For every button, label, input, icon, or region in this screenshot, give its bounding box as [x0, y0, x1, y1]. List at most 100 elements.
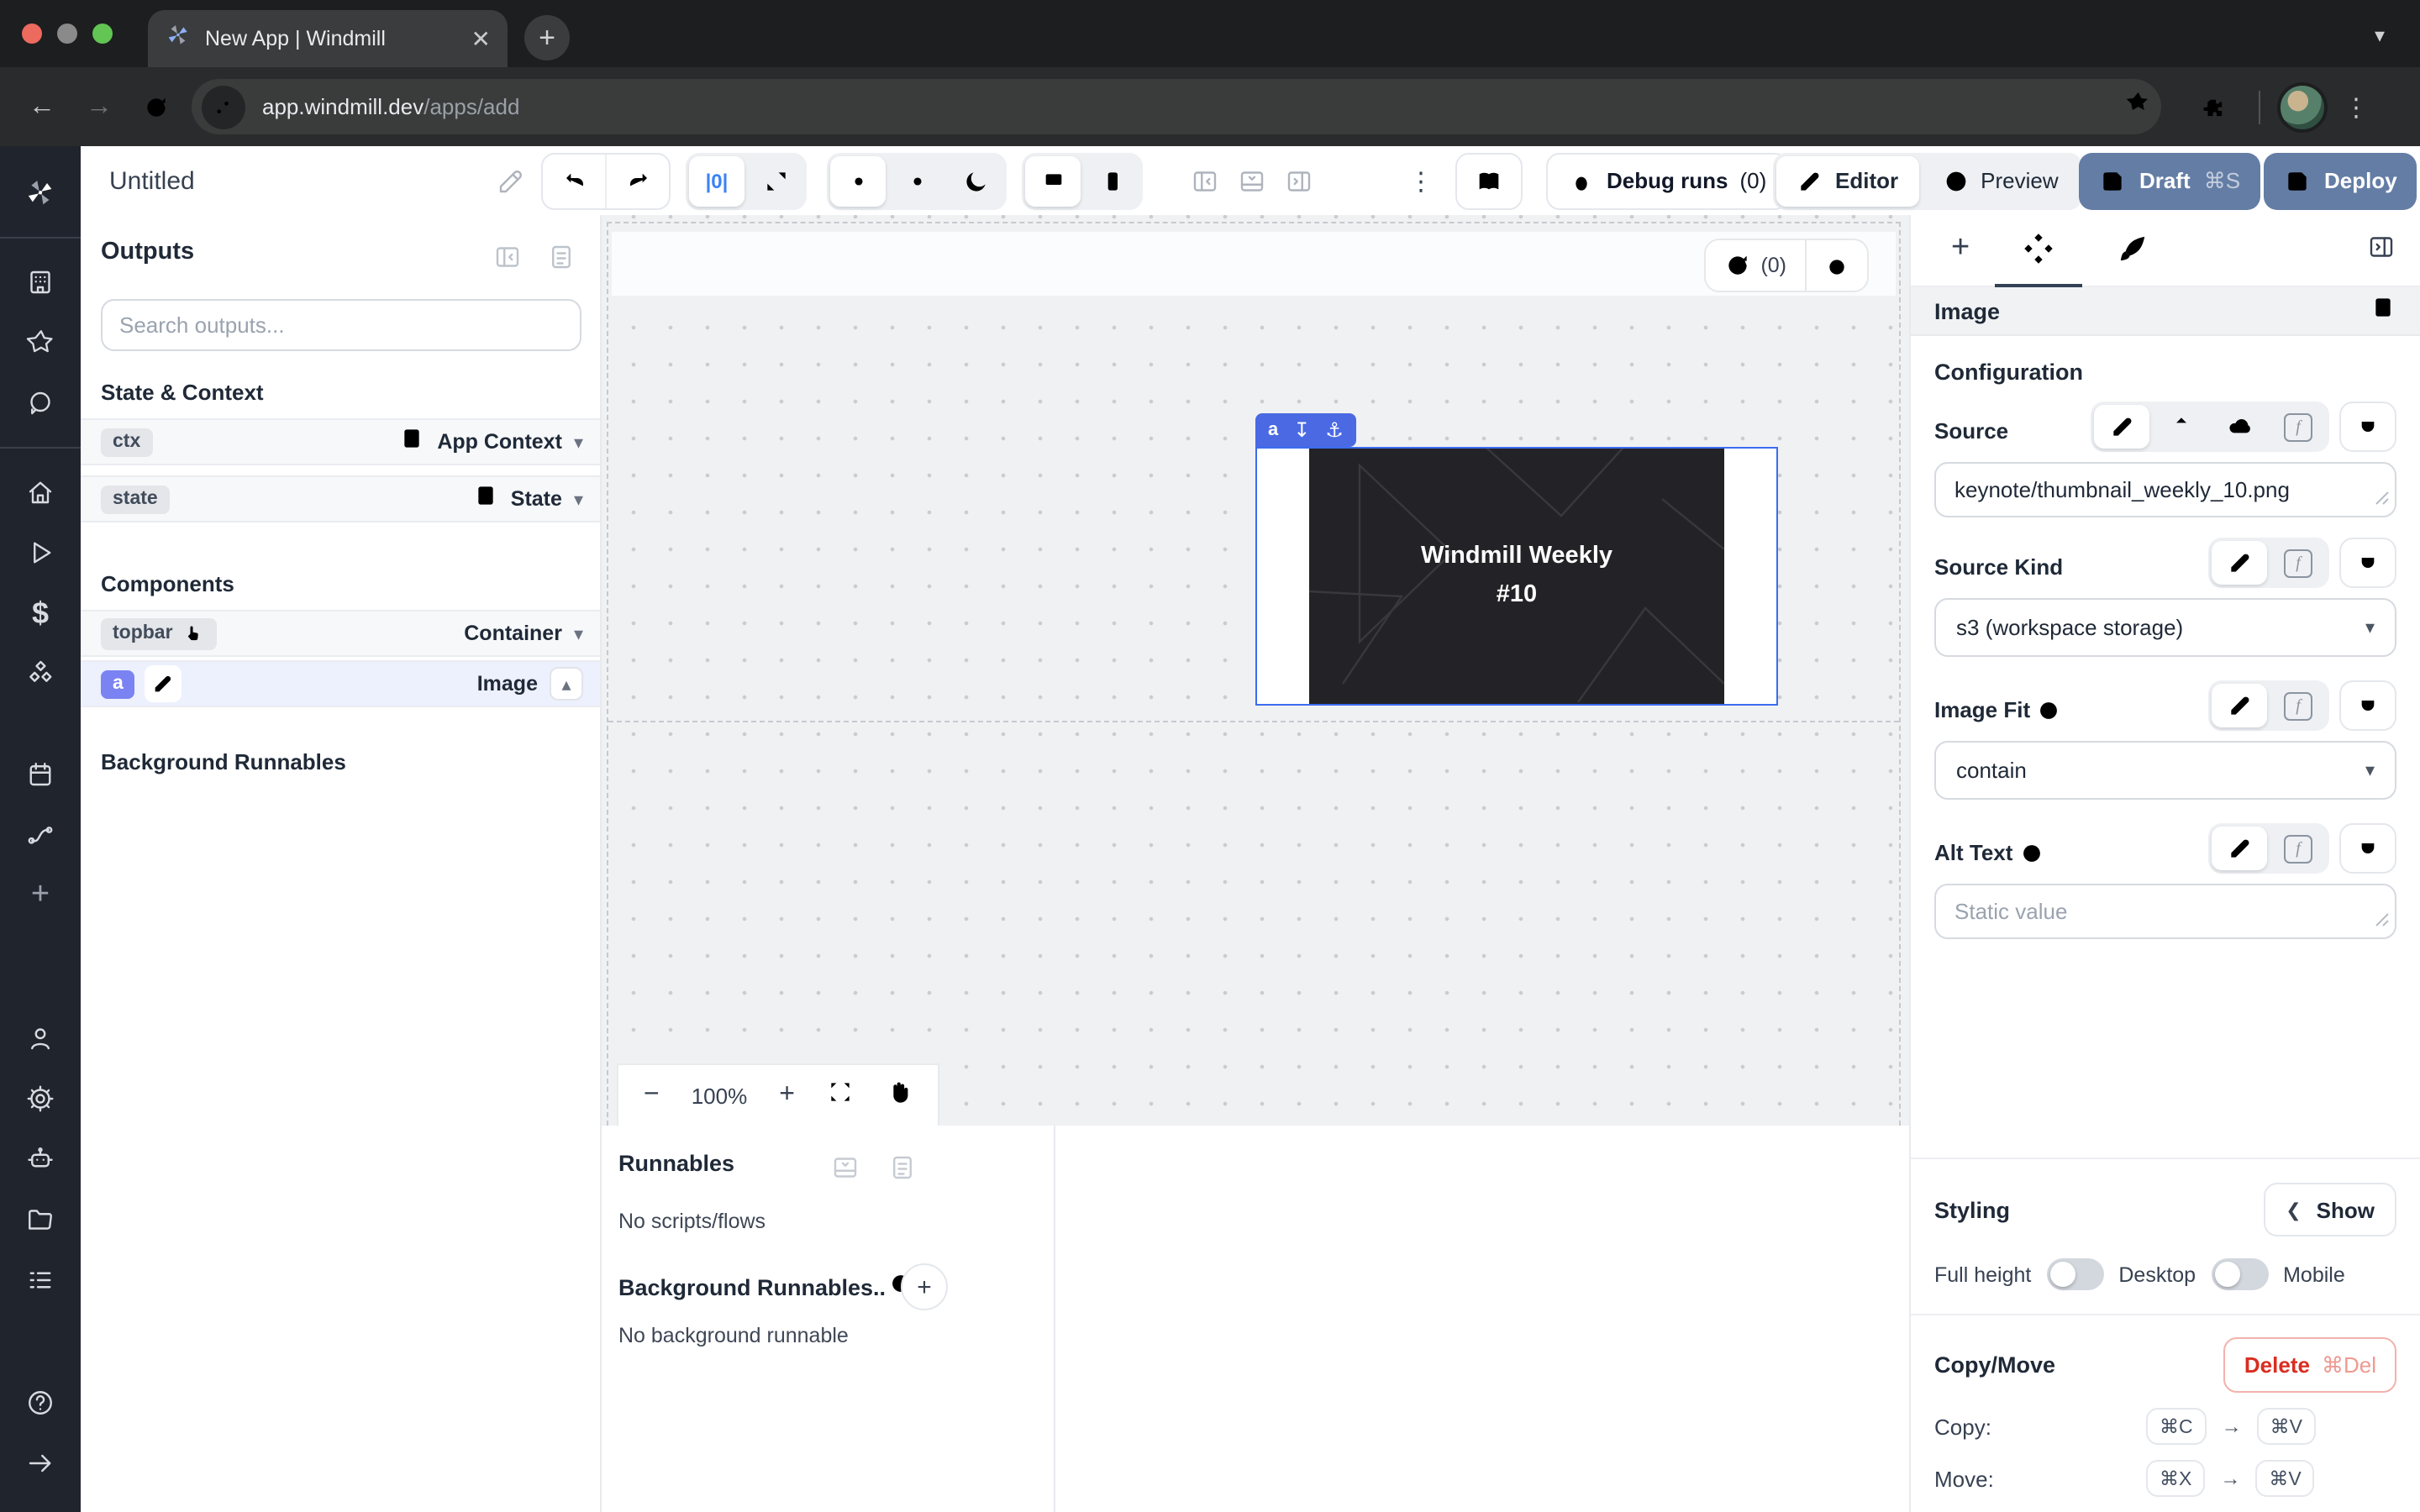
tab-search-chevron-icon[interactable]: ▾	[2360, 17, 2400, 54]
output-row-ctx[interactable]: ctx App Context ▾	[81, 418, 600, 465]
search-icon[interactable]	[0, 373, 81, 433]
forward-icon[interactable]: →	[71, 92, 128, 122]
window-minimize-button[interactable]	[57, 24, 77, 44]
alt-text-fn-icon[interactable]: f	[2270, 827, 2326, 870]
image-fit-select[interactable]: contain ▾	[1934, 741, 2396, 800]
windmill-logo[interactable]	[0, 163, 81, 223]
address-bar[interactable]: app.windmill.dev /apps/add	[192, 79, 2161, 134]
draft-button[interactable]: Draft ⌘S	[2079, 152, 2260, 209]
source-kind-plug-icon[interactable]	[2339, 538, 2396, 588]
source-s3-upload-cloud-icon[interactable]	[2212, 405, 2267, 449]
logs-list-icon[interactable]	[0, 1250, 81, 1310]
browser-tab[interactable]: New App | Windmill ✕	[148, 10, 508, 67]
collapse-runnables-panel-icon[interactable]	[830, 1152, 860, 1183]
preview-tab[interactable]: Preview	[1922, 155, 2079, 206]
state-chevron-down-icon[interactable]: ▾	[574, 488, 583, 510]
source-upload-icon[interactable]	[2153, 405, 2208, 449]
state-doc-icon[interactable]	[472, 481, 499, 517]
schedules-calendar-icon[interactable]	[0, 744, 81, 805]
styling-show-button[interactable]: ❮ Show	[2264, 1183, 2396, 1236]
output-row-state[interactable]: state State ▾	[81, 475, 600, 522]
zoom-out-minus-icon[interactable]: −	[644, 1080, 660, 1110]
alt-text-pencil-icon[interactable]	[2212, 827, 2267, 870]
app-canvas[interactable]: (0) a ↧ ⚓	[602, 215, 1909, 1126]
window-zoom-button[interactable]	[92, 24, 113, 44]
tab-close-icon[interactable]: ✕	[471, 27, 491, 50]
ctx-chevron-down-icon[interactable]: ▾	[574, 431, 583, 453]
settings-tab-grid-icon[interactable]	[2022, 232, 2055, 274]
alt-text-input[interactable]: Static value	[1934, 884, 2396, 939]
ctx-badge[interactable]: ctx	[101, 428, 152, 456]
source-kind-select[interactable]: s3 (workspace storage) ▾	[1934, 598, 2396, 657]
collapse-outputs-panel-icon[interactable]	[492, 242, 523, 272]
profile-avatar[interactable]	[2277, 81, 2328, 132]
full-canvas-expand-icon[interactable]	[748, 155, 803, 206]
theme-auto-icon[interactable]	[830, 155, 886, 206]
deploy-button[interactable]: Deploy	[2264, 152, 2417, 209]
pan-hand-icon[interactable]	[886, 1078, 913, 1113]
resources-cubes-icon[interactable]	[0, 643, 81, 704]
reload-icon[interactable]	[128, 93, 185, 120]
image-fit-info-icon[interactable]	[2037, 698, 2060, 722]
insert-component-tab-plus-icon[interactable]: +	[1951, 232, 1970, 265]
theme-dark-moon-icon[interactable]	[948, 155, 1003, 206]
new-tab-button[interactable]: +	[524, 15, 570, 60]
zoom-in-plus-icon[interactable]: +	[779, 1080, 795, 1110]
create-plus-icon[interactable]: +	[0, 865, 81, 926]
favorites-star-icon[interactable]	[0, 312, 81, 373]
folders-icon[interactable]	[0, 1189, 81, 1250]
edit-id-pencil-icon[interactable]	[145, 665, 182, 702]
mobile-view-phone-icon[interactable]	[1084, 155, 1139, 206]
site-settings-icon[interactable]	[202, 85, 245, 129]
redo-button[interactable]	[605, 154, 669, 207]
user-icon[interactable]	[0, 1008, 81, 1068]
topbar-chevron-down-icon[interactable]: ▾	[574, 622, 583, 644]
workspace-icon[interactable]	[0, 252, 81, 312]
alt-text-plug-icon[interactable]	[2339, 823, 2396, 874]
variables-dollar-icon[interactable]: $	[0, 583, 81, 643]
chrome-menu-icon[interactable]: ⋮	[2328, 92, 2385, 122]
source-expr-fn-icon[interactable]: f	[2270, 405, 2326, 449]
alt-text-info-icon[interactable]	[2019, 841, 2043, 864]
home-icon[interactable]	[0, 462, 81, 522]
full-height-desktop-toggle[interactable]	[2046, 1258, 2103, 1290]
expand-down-icon[interactable]: ↧	[1293, 418, 1310, 442]
app-title[interactable]: Untitled	[109, 166, 195, 195]
a-chevron-up-icon[interactable]: ▴	[550, 667, 583, 701]
rename-pencil-icon[interactable]	[496, 165, 526, 196]
undo-button[interactable]	[543, 154, 605, 207]
flows-icon[interactable]	[0, 805, 81, 865]
window-close-button[interactable]	[22, 24, 42, 44]
source-kind-fn-icon[interactable]: f	[2270, 541, 2326, 585]
toggle-bottom-panel-icon[interactable]	[1237, 165, 1267, 196]
search-outputs-input[interactable]: Search outputs...	[101, 299, 581, 351]
settings-gear-icon[interactable]	[0, 1068, 81, 1129]
styling-tab-brush-icon[interactable]	[2116, 232, 2149, 274]
outputs-doc-icon[interactable]	[546, 242, 576, 272]
image-fit-plug-icon[interactable]	[2339, 680, 2396, 731]
add-background-runnable-button[interactable]: +	[901, 1263, 948, 1310]
output-row-a-selected[interactable]: a Image ▴	[81, 660, 600, 707]
toolbar-more-menu-icon[interactable]: ⋮	[1408, 165, 1434, 196]
source-static-pencil-icon[interactable]	[2094, 405, 2149, 449]
source-kind-pencil-icon[interactable]	[2212, 541, 2267, 585]
fit-view-icon[interactable]	[827, 1078, 854, 1113]
component-doc-icon[interactable]	[2370, 293, 2396, 328]
image-component-selected[interactable]: a ↧ ⚓ Windmill Weekly #10	[1255, 447, 1778, 706]
toggle-left-panel-icon[interactable]	[1190, 165, 1220, 196]
theme-light-sun-icon[interactable]	[889, 155, 944, 206]
back-icon[interactable]: ←	[13, 92, 71, 122]
collapse-settings-panel-icon[interactable]	[2366, 232, 2396, 262]
source-input[interactable]: keynote/thumbnail_weekly_10.png	[1934, 462, 2396, 517]
toggle-right-panel-icon[interactable]	[1284, 165, 1314, 196]
expand-sidebar-icon[interactable]	[0, 1433, 81, 1494]
ctx-doc-icon[interactable]	[398, 424, 425, 459]
help-icon[interactable]	[0, 1373, 81, 1433]
delete-button[interactable]: Delete ⌘Del	[2224, 1337, 2396, 1393]
desktop-view-laptop-icon[interactable]	[1025, 155, 1081, 206]
output-row-topbar[interactable]: topbar Container ▾	[81, 610, 600, 657]
ai-robot-icon[interactable]	[0, 1129, 81, 1189]
runnables-doc-icon[interactable]	[887, 1152, 918, 1183]
docs-book-button[interactable]	[1455, 152, 1523, 209]
bookmark-star-icon[interactable]	[2124, 89, 2151, 124]
